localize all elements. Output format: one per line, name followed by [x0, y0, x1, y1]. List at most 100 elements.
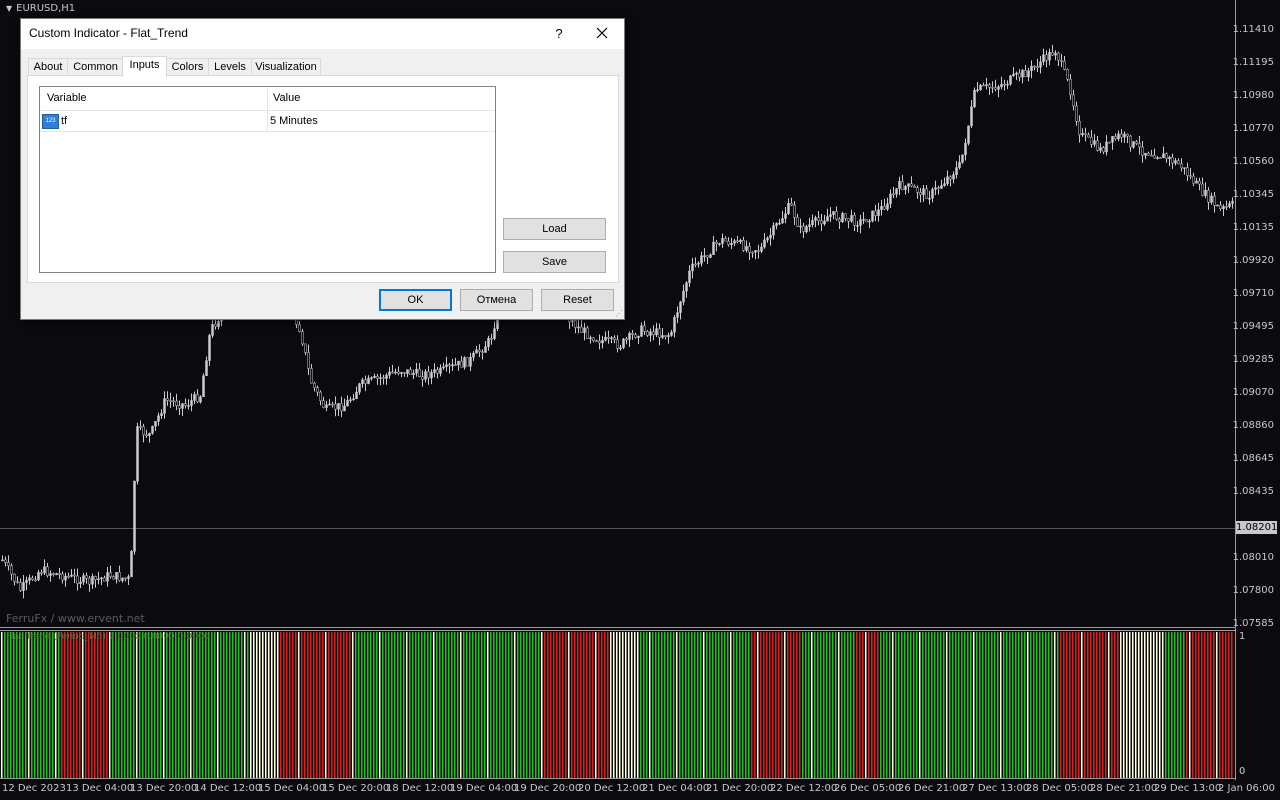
trend-bar — [514, 632, 516, 778]
candle-body — [643, 325, 646, 332]
trend-bar — [646, 632, 648, 778]
resize-grip-icon[interactable]: ⋰ — [615, 309, 623, 318]
trend-bar — [250, 632, 252, 778]
candle-body — [739, 240, 742, 243]
time-axis-label: 27 Dec 13:00 — [962, 783, 1030, 794]
trend-bar — [205, 632, 207, 778]
column-header-variable[interactable]: Variable — [47, 87, 87, 110]
reset-button[interactable]: Reset — [541, 289, 614, 311]
dropdown-arrow-icon[interactable]: ▼ — [6, 4, 12, 13]
candle-body — [166, 398, 169, 401]
trend-bar — [778, 632, 780, 778]
cancel-button[interactable]: Отмена — [460, 289, 533, 311]
trend-bar — [88, 632, 90, 778]
trend-bar — [406, 632, 408, 778]
candle-body — [418, 368, 421, 378]
candle-body — [64, 575, 67, 581]
trend-bar — [904, 632, 906, 778]
candle-body — [967, 125, 970, 144]
candle-body — [1075, 105, 1078, 122]
trend-bar — [268, 632, 270, 778]
trend-bar — [1183, 632, 1185, 778]
load-button[interactable]: Load — [503, 218, 606, 240]
candle-body — [385, 374, 388, 379]
trend-bar — [988, 632, 990, 778]
candle-body — [907, 183, 910, 187]
trend-bar — [757, 632, 759, 778]
trend-bar — [1051, 632, 1053, 778]
candle-body — [469, 357, 472, 367]
candle-body — [706, 255, 709, 258]
candle-body — [580, 326, 583, 333]
candle-body — [619, 347, 622, 349]
trend-bar — [280, 632, 282, 778]
trend-bar — [1144, 632, 1146, 778]
time-axis-label: 28 Dec 21:00 — [1090, 783, 1158, 794]
candle-body — [73, 574, 76, 577]
dialog-titlebar[interactable]: Custom Indicator - Flat_Trend ? — [21, 19, 624, 49]
trend-bar — [64, 632, 66, 778]
trend-bar — [589, 632, 591, 778]
candle-body — [322, 400, 325, 408]
candle-body — [721, 238, 724, 244]
candle-body — [1117, 133, 1120, 140]
candle-body — [727, 240, 730, 245]
trend-bar — [1000, 632, 1002, 778]
trend-bar — [439, 632, 441, 778]
candle-body — [823, 220, 826, 225]
trend-bar — [397, 632, 399, 778]
candle-body — [940, 185, 943, 189]
ok-button[interactable]: OK — [379, 289, 452, 311]
candle-body — [475, 349, 478, 354]
candle-body — [1, 559, 4, 562]
trend-bar — [1075, 632, 1077, 778]
candle-body — [667, 335, 670, 337]
time-axis-label: 26 Dec 21:00 — [898, 783, 966, 794]
candle-body — [604, 336, 607, 341]
trend-bar — [586, 632, 588, 778]
value-cell[interactable]: 5 Minutes — [270, 111, 318, 131]
candle-body — [1045, 54, 1048, 61]
trend-bar — [121, 632, 123, 778]
trend-bar — [592, 632, 594, 778]
trend-bar — [58, 632, 60, 778]
tab-about[interactable]: About — [28, 58, 68, 76]
trend-bar — [631, 632, 633, 778]
variable-cell[interactable]: tf — [61, 111, 67, 131]
candle-body — [37, 572, 40, 581]
trend-bar — [301, 632, 303, 778]
candle-body — [1159, 157, 1162, 159]
candle-body — [397, 371, 400, 374]
tab-colors[interactable]: Colors — [166, 58, 209, 76]
candle-body — [811, 220, 814, 226]
trend-bar — [1105, 632, 1107, 778]
trend-bar — [937, 632, 939, 778]
trend-bar — [181, 632, 183, 778]
tab-visualization[interactable]: Visualization — [251, 58, 321, 76]
close-button[interactable] — [587, 21, 617, 47]
candle-body — [631, 333, 634, 335]
tab-inputs[interactable]: Inputs — [122, 56, 167, 77]
candle-body — [1219, 204, 1222, 209]
candle-body — [445, 364, 448, 367]
column-header-value[interactable]: Value — [273, 87, 300, 110]
tab-levels[interactable]: Levels — [208, 58, 252, 76]
candle-body — [160, 413, 163, 416]
candle-body — [1222, 206, 1225, 209]
tab-common[interactable]: Common — [67, 58, 124, 76]
trend-bar — [1048, 632, 1050, 778]
table-row[interactable]: 123 tf 5 Minutes — [40, 111, 495, 132]
candle-body — [1036, 66, 1039, 68]
candle-body — [190, 400, 193, 406]
inputs-grid[interactable]: Variable Value 123 tf 5 Minutes — [39, 86, 496, 273]
chart-symbol-title[interactable]: ▼ EURUSD,H1 — [6, 3, 75, 14]
candle-body — [1177, 160, 1180, 165]
candle-body — [40, 572, 43, 574]
help-button[interactable]: ? — [549, 23, 569, 45]
save-button[interactable]: Save — [503, 251, 606, 273]
candle-body — [733, 240, 736, 244]
candle-body — [685, 282, 688, 292]
candle-body — [787, 203, 790, 215]
trend-bar — [454, 632, 456, 778]
trend-bar — [886, 632, 888, 778]
